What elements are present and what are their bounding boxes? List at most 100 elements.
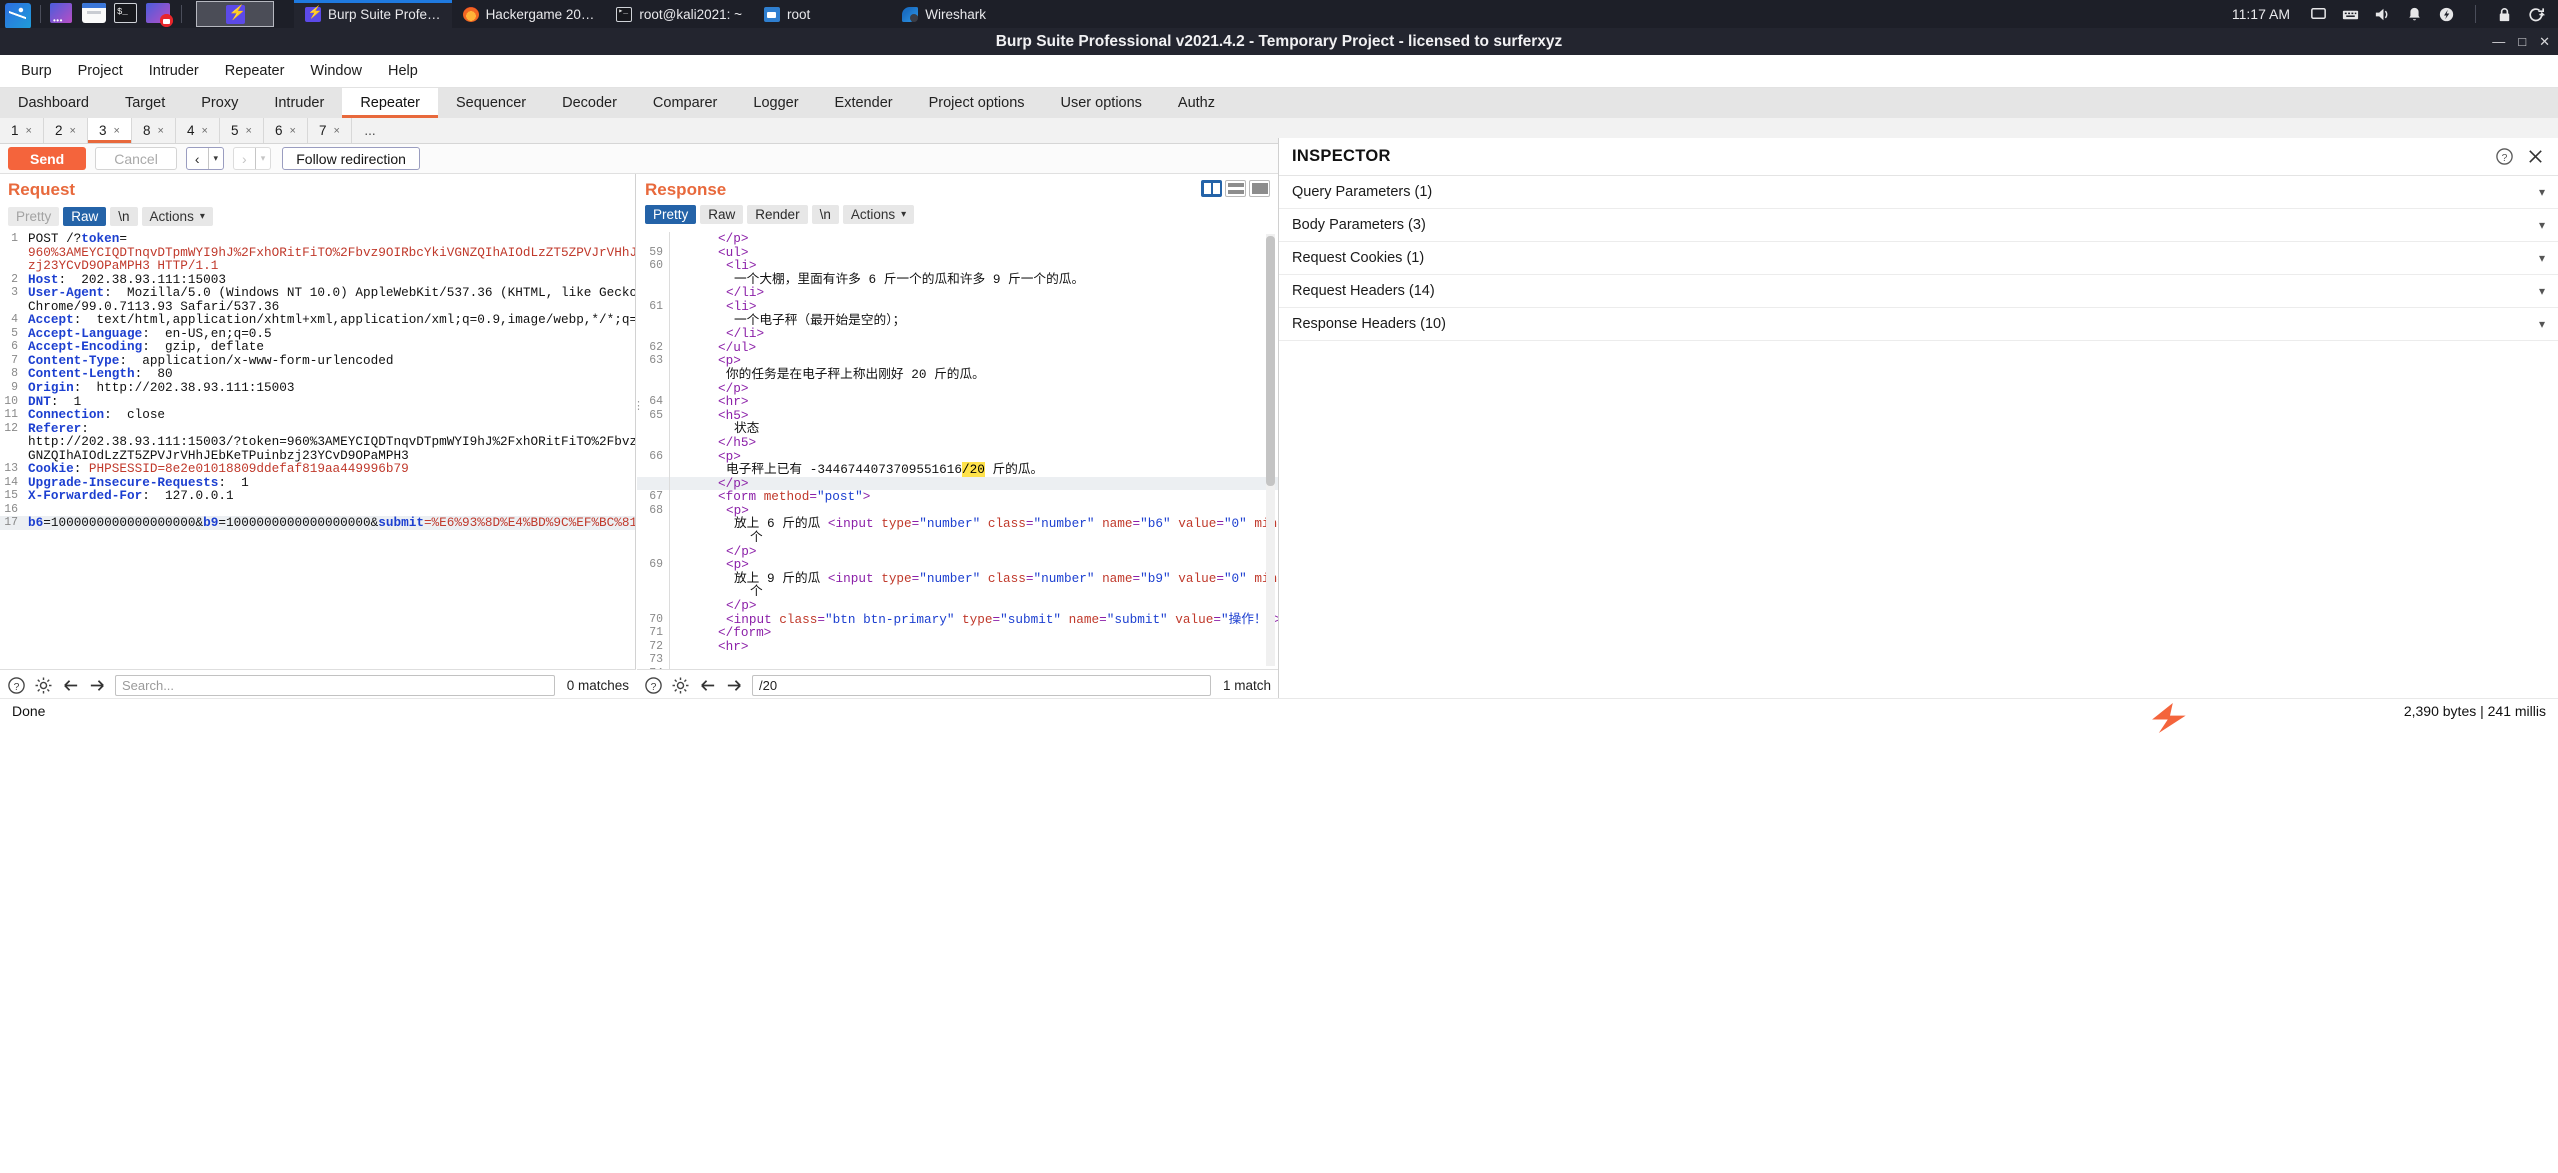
help-circle-icon[interactable]: ? [2495, 147, 2514, 166]
back-icon[interactable]: ‹ [187, 148, 208, 169]
repeater-tab-4[interactable]: 4 × [176, 118, 220, 143]
gear-icon[interactable] [34, 676, 53, 695]
arrow-right-icon[interactable] [725, 676, 744, 695]
tab-dashboard[interactable]: Dashboard [0, 88, 107, 118]
arrow-left-icon[interactable] [61, 676, 80, 695]
menu-repeater[interactable]: Repeater [212, 59, 298, 83]
repeater-tab-7[interactable]: 7 × [308, 118, 352, 143]
tab-project-options[interactable]: Project options [910, 88, 1043, 118]
repeater-tab-overflow[interactable]: ... [352, 118, 388, 143]
tab-intruder[interactable]: Intruder [256, 88, 343, 118]
repeater-tab-6[interactable]: 6 × [264, 118, 308, 143]
repeater-tab-3[interactable]: 3 × [88, 118, 132, 143]
power-icon[interactable] [2437, 5, 2456, 24]
close-icon[interactable] [2526, 147, 2545, 166]
repeater-tab-1[interactable]: 1 × [0, 118, 44, 143]
repeater-tab-5[interactable]: 5 × [220, 118, 264, 143]
taskbar-window-files[interactable]: root [753, 0, 821, 28]
menu-burp[interactable]: Burp [8, 59, 65, 83]
minimize-button[interactable]: — [2492, 34, 2505, 49]
inspector-section-request-cookies[interactable]: Request Cookies (1) ▾ [1279, 242, 2558, 275]
chevron-down-icon[interactable]: ▾ [2539, 317, 2545, 331]
tab-logger[interactable]: Logger [735, 88, 817, 118]
tab-user-options[interactable]: User options [1042, 88, 1160, 118]
inspector-section-body-parameters[interactable]: Body Parameters (3) ▾ [1279, 209, 2558, 242]
terminal-icon[interactable]: $_ [114, 3, 140, 25]
inspector-section-request-headers[interactable]: Request Headers (14) ▾ [1279, 275, 2558, 308]
tab-extender[interactable]: Extender [816, 88, 911, 118]
tab-repeater[interactable]: Repeater [342, 88, 438, 118]
kali-menu-icon[interactable] [5, 3, 31, 29]
close-button[interactable]: ✕ [2539, 34, 2550, 50]
close-icon[interactable]: × [70, 125, 76, 137]
layout-single-pane-button[interactable] [1249, 180, 1270, 197]
panel-split-handle[interactable]: ⋮ [633, 401, 644, 426]
app-browser-icon[interactable] [50, 3, 76, 25]
notification-bell-icon[interactable] [2405, 5, 2424, 24]
response-scrollbar-thumb[interactable] [1266, 236, 1275, 486]
tab-decoder[interactable]: Decoder [544, 88, 635, 118]
repeater-tab-8[interactable]: 8 × [132, 118, 176, 143]
back-button-group[interactable]: ‹ ▾ [185, 147, 225, 170]
close-icon[interactable]: × [202, 125, 208, 137]
keyboard-icon[interactable] [2341, 5, 2360, 24]
menu-window[interactable]: Window [297, 59, 375, 83]
close-icon[interactable]: × [334, 125, 340, 137]
chevron-down-icon[interactable]: ▾ [2539, 284, 2545, 298]
lock-icon[interactable] [2495, 5, 2514, 24]
request-editor[interactable]: 1 POST /?token= 960%3AMEYCIQDTnqvDTpmWYI9h… [0, 232, 635, 669]
screen-recorder-icon[interactable] [146, 3, 173, 27]
tab-authz[interactable]: Authz [1159, 88, 1234, 118]
close-icon[interactable]: × [246, 125, 252, 137]
layout-split-vertical-button[interactable] [1201, 180, 1222, 197]
response-tab-pretty[interactable]: Pretty [645, 205, 697, 224]
display-icon[interactable] [2309, 5, 2328, 24]
tab-proxy[interactable]: Proxy [183, 88, 257, 118]
maximize-button[interactable]: □ [2518, 34, 2526, 49]
response-tab-newline[interactable]: \n [811, 205, 839, 224]
forward-icon[interactable]: › [234, 148, 255, 169]
volume-icon[interactable] [2373, 5, 2392, 24]
request-tab-newline[interactable]: \n [110, 207, 138, 226]
menu-project[interactable]: Project [65, 59, 136, 83]
arrow-right-icon[interactable] [88, 676, 107, 695]
repeater-tab-2[interactable]: 2 × [44, 118, 88, 143]
send-button[interactable]: Send [8, 147, 87, 170]
close-icon[interactable]: × [114, 125, 120, 137]
close-icon[interactable]: × [290, 125, 296, 137]
chevron-down-icon[interactable]: ▾ [2539, 185, 2545, 199]
tab-target[interactable]: Target [106, 88, 184, 118]
taskbar-window-wireshark[interactable]: Wireshark [891, 0, 997, 28]
follow-redirection-button[interactable]: Follow redirection [282, 147, 420, 170]
taskbar-window-burp[interactable]: Burp Suite Profe… [294, 0, 452, 28]
chevron-down-icon[interactable]: ▾ [2539, 251, 2545, 265]
taskbar-window-firefox[interactable]: Hackergame 20… [452, 0, 606, 28]
forward-dropdown-icon[interactable]: ▾ [256, 148, 271, 169]
request-tab-pretty[interactable]: Pretty [8, 207, 60, 226]
inspector-section-query-parameters[interactable]: Query Parameters (1) ▾ [1279, 176, 2558, 209]
arrow-left-icon[interactable] [698, 676, 717, 695]
taskbar-window-terminal[interactable]: root@kali2021: ~ [605, 0, 753, 28]
response-tab-raw[interactable]: Raw [700, 205, 744, 224]
layout-split-horizontal-button[interactable] [1225, 180, 1246, 197]
folder-icon[interactable] [82, 3, 108, 25]
response-tab-render[interactable]: Render [747, 205, 808, 224]
gear-icon[interactable] [671, 676, 690, 695]
inspector-section-response-headers[interactable]: Response Headers (10) ▾ [1279, 308, 2558, 341]
response-search-input[interactable] [752, 675, 1211, 696]
tab-sequencer[interactable]: Sequencer [437, 88, 545, 118]
response-editor[interactable]: </p> 59 <ul> 60 <li> 一个大棚，里面有许多 6 斤一个的瓜和许多 9 … [637, 232, 1278, 669]
request-actions-menu[interactable]: Actions ▾ [141, 207, 213, 226]
taskbar-active-app-burp[interactable] [196, 1, 274, 27]
search-input[interactable] [115, 675, 555, 696]
tab-comparer[interactable]: Comparer [634, 88, 736, 118]
forward-button-group[interactable]: › ▾ [233, 147, 272, 170]
close-icon[interactable]: × [158, 125, 164, 137]
menu-help[interactable]: Help [375, 59, 431, 83]
help-circle-icon[interactable]: ? [644, 676, 663, 695]
close-icon[interactable]: × [26, 125, 32, 137]
help-circle-icon[interactable]: ? [7, 676, 26, 695]
response-actions-menu[interactable]: Actions ▾ [842, 205, 915, 224]
cancel-button[interactable]: Cancel [95, 147, 177, 170]
logout-icon[interactable] [2527, 5, 2546, 24]
